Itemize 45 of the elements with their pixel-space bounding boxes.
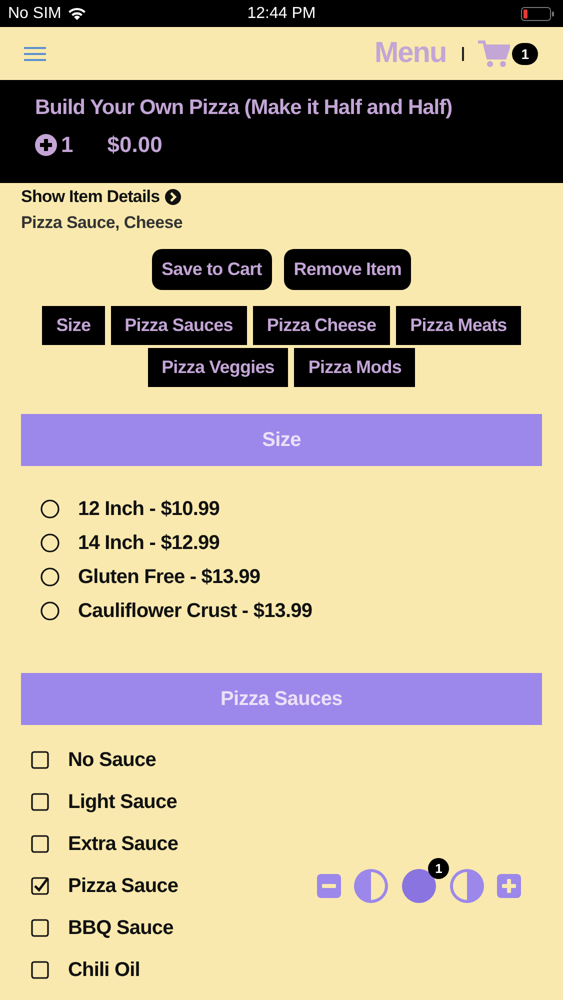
show-details-link[interactable]: Show Item Details — [21, 187, 160, 207]
option-label: Gluten Free - $13.99 — [78, 566, 260, 588]
item-summary: Pizza Sauce, Cheese — [21, 213, 184, 233]
item-price: $0.00 — [107, 132, 162, 158]
cart-count-badge: 1 — [512, 42, 538, 64]
option-label: BBQ Sauce — [68, 916, 174, 940]
category-button[interactable]: Pizza Mods — [294, 348, 416, 387]
clock: 12:44 PM — [246, 4, 317, 22]
option-label: Cauliflower Crust - $13.99 — [78, 600, 312, 622]
carrier-label: No SIM — [8, 4, 62, 22]
checkbox[interactable] — [31, 919, 49, 937]
checkbox[interactable] — [31, 751, 49, 769]
full-circle-icon[interactable] — [401, 868, 437, 904]
category-button[interactable]: Pizza Cheese — [252, 306, 390, 345]
wifi-icon — [67, 6, 88, 20]
section-header: Size — [21, 414, 542, 466]
menu-icon[interactable] — [24, 46, 46, 62]
chevron-right-circle-icon[interactable] — [164, 189, 181, 205]
radio-button[interactable] — [40, 567, 60, 587]
quantity: 1 — [61, 132, 74, 158]
checkbox[interactable] — [31, 877, 49, 895]
category-button[interactable]: Pizza Sauces — [110, 306, 247, 345]
action-button[interactable]: Remove Item — [284, 249, 412, 290]
section-header: Pizza Sauces — [21, 673, 542, 725]
option-label: 12 Inch - $10.99 — [78, 498, 220, 520]
plus-circle-icon[interactable] — [35, 134, 57, 156]
checkbox[interactable] — [31, 793, 49, 811]
checkbox[interactable] — [31, 835, 49, 853]
radio-button[interactable] — [40, 499, 60, 519]
checkbox[interactable] — [31, 961, 49, 979]
category-button[interactable]: Pizza Veggies — [148, 348, 288, 387]
portion-count-badge: 1 — [428, 858, 449, 879]
option-label: No Sauce — [68, 748, 156, 772]
battery-icon — [521, 6, 555, 22]
option-label: Light Sauce — [68, 790, 177, 814]
option-label: Chili Oil — [68, 958, 140, 982]
category-button[interactable]: Pizza Meats — [396, 306, 521, 345]
item-title: Build Your Own Pizza (Make it Half and Half) — [35, 96, 454, 120]
category-button[interactable]: Size — [42, 306, 105, 345]
option-label: Extra Sauce — [68, 832, 178, 856]
option-label: 14 Inch - $12.99 — [78, 532, 220, 554]
radio-button[interactable] — [40, 601, 60, 621]
option-label: Pizza Sauce — [68, 874, 178, 898]
action-button[interactable]: Save to Cart — [152, 249, 272, 290]
radio-button[interactable] — [40, 533, 60, 553]
